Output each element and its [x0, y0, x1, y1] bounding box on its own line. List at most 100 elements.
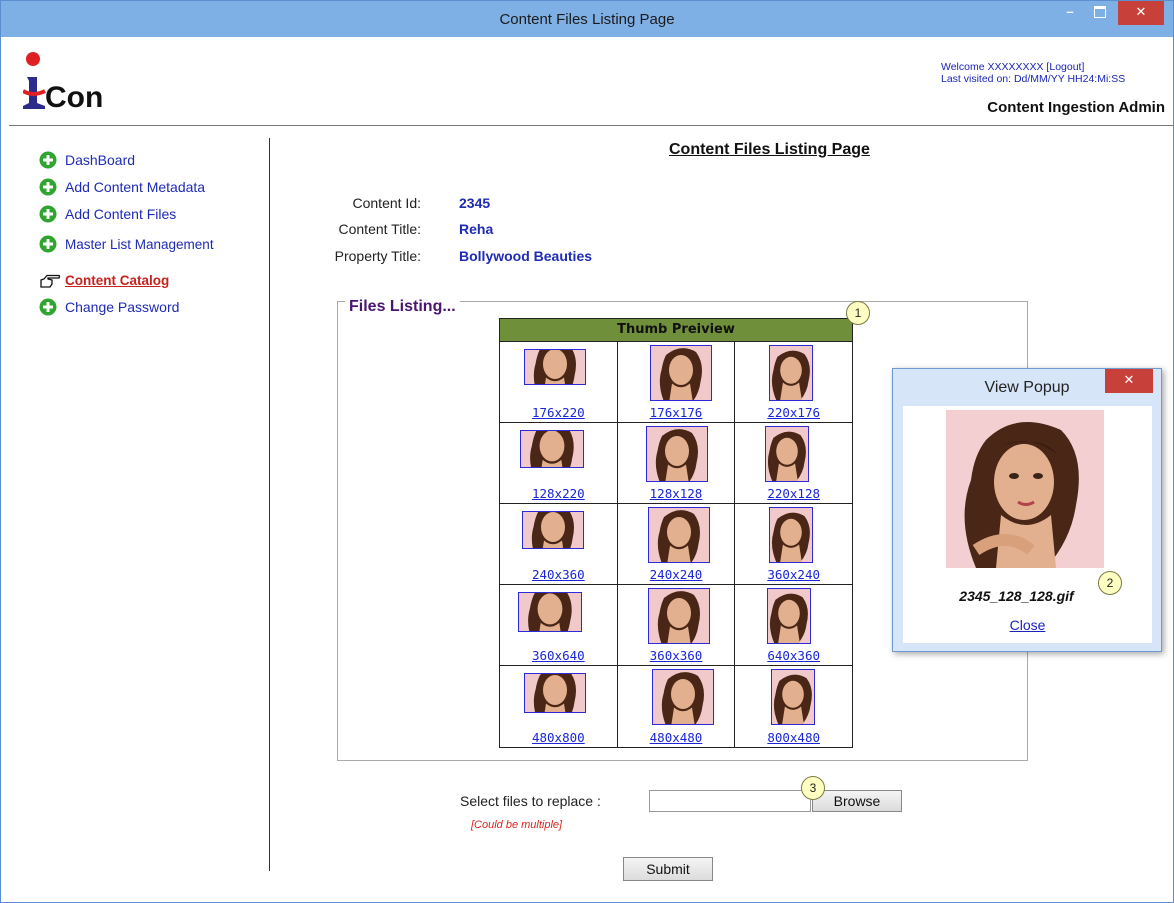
- thumbnail-image[interactable]: [649, 345, 712, 401]
- table-header: Thumb Preiview: [500, 319, 852, 342]
- field-label: Content Id:: [352, 195, 422, 211]
- thumbnail-image[interactable]: [522, 511, 584, 549]
- popup-close-button[interactable]: ✕: [1105, 369, 1153, 393]
- plus-circle-icon: [39, 205, 57, 223]
- window-title: Content Files Listing Page: [499, 11, 675, 28]
- callout-badge-2: 2: [1098, 571, 1122, 595]
- table-row: 128x220 128x128 220x128: [500, 423, 852, 504]
- sidebar-item-label: Master List Management: [65, 236, 214, 252]
- sidebar-item-label: Add Content Metadata: [65, 179, 206, 195]
- thumb-cell: 240x240: [618, 504, 736, 584]
- thumbnail-image[interactable]: [769, 345, 814, 401]
- thumbnail-image[interactable]: [645, 426, 708, 482]
- thumbnail-size-link[interactable]: 176x176: [618, 405, 735, 420]
- thumb-cell: 360x360: [618, 585, 736, 665]
- sidebar-item-add-content-files[interactable]: Add Content Files: [39, 203, 269, 225]
- field-label: Content Title:: [338, 221, 422, 237]
- thumbnail-size-link[interactable]: 176x220: [500, 405, 617, 420]
- thumbnail-size-link[interactable]: 220x128: [735, 486, 852, 501]
- upload-label: Select files to replace :: [460, 793, 601, 809]
- thumbnail-image[interactable]: [767, 588, 812, 644]
- icon-logo[interactable]: Con: [23, 51, 143, 121]
- sidebar-item-content-catalog[interactable]: Content Catalog: [39, 269, 269, 291]
- thumb-cell: 128x128: [618, 423, 736, 503]
- minimize-button[interactable]: –: [1056, 1, 1084, 25]
- plus-circle-icon: [39, 178, 57, 196]
- thumbnail-image[interactable]: [524, 349, 586, 385]
- callout-badge-3: 3: [801, 776, 825, 800]
- file-path-input[interactable]: [649, 790, 811, 812]
- sidebar-item-label: Change Password: [65, 299, 180, 315]
- thumb-preview-table: Thumb Preiview 176x220 176x176 220x176 128x…: [499, 318, 853, 748]
- app-window: Content Files Listing Page – ✕ Con Welco…: [0, 0, 1174, 903]
- sidebar-item-add-content-metadata[interactable]: Add Content Metadata: [39, 176, 269, 198]
- thumbnail-image[interactable]: [771, 669, 816, 725]
- thumbnail-size-link[interactable]: 800x480: [735, 730, 852, 745]
- table-row: 360x640 360x360 640x360: [500, 585, 852, 666]
- table-row: 176x220 176x176 220x176: [500, 342, 852, 423]
- thumb-cell: 800x480: [735, 666, 852, 747]
- sidebar-item-label: Add Content Files: [65, 206, 177, 222]
- thumbnail-image[interactable]: [647, 588, 710, 644]
- callout-badge-1: 1: [846, 301, 870, 325]
- thumb-cell: 640x360: [735, 585, 852, 665]
- thumbnail-image[interactable]: [524, 673, 586, 713]
- maximize-button[interactable]: [1086, 1, 1114, 25]
- table-row: 480x800 480x480 800x480: [500, 666, 852, 747]
- thumb-cell: 176x176: [618, 342, 736, 422]
- thumb-cell: 220x176: [735, 342, 852, 422]
- submit-button[interactable]: Submit: [623, 857, 713, 881]
- welcome-text[interactable]: Welcome XXXXXXXX [Logout]: [941, 61, 1173, 73]
- thumbnail-size-link[interactable]: 360x240: [735, 567, 852, 582]
- sidebar-item-dashboard[interactable]: DashBoard: [39, 149, 269, 171]
- sidebar-item-master-list-management[interactable]: Master List Management: [39, 233, 269, 255]
- field-value: Bollywood Beauties: [459, 248, 593, 264]
- thumbnail-image[interactable]: [520, 430, 584, 468]
- thumbnail-image[interactable]: [647, 507, 710, 563]
- thumb-cell: 360x240: [735, 504, 852, 584]
- plus-circle-icon: [39, 151, 57, 169]
- files-listing-legend: Files Listing...: [345, 298, 460, 316]
- popup-preview-image: [946, 410, 1104, 568]
- thumb-cell: 480x480: [618, 666, 736, 747]
- thumbnail-size-link[interactable]: 480x480: [618, 730, 735, 745]
- thumbnail-size-link[interactable]: 128x220: [500, 486, 617, 501]
- thumbnail-size-link[interactable]: 360x360: [618, 648, 735, 663]
- last-visited-text: Last visited on: Dd/MM/YY HH24:Mi:SS: [941, 73, 1126, 85]
- field-value: 2345: [459, 195, 491, 211]
- browse-button[interactable]: Browse: [812, 790, 902, 812]
- thumbnail-image[interactable]: [518, 592, 582, 632]
- logo-text: Con: [45, 81, 103, 114]
- thumbnail-size-link[interactable]: 240x240: [618, 567, 735, 582]
- pointing-hand-icon: [40, 274, 61, 288]
- thumb-cell: 176x220: [500, 342, 618, 422]
- thumbnail-size-link[interactable]: 240x360: [500, 567, 617, 582]
- thumbnail-image[interactable]: [651, 669, 714, 725]
- thumbnail-size-link[interactable]: 128x128: [618, 486, 735, 501]
- thumb-cell: 128x220: [500, 423, 618, 503]
- sidebar-nav: DashBoard Add Content Metadata Add Conte…: [39, 149, 269, 323]
- thumb-cell: 220x128: [735, 423, 852, 503]
- popup-body: 2345_128_128.gif Close: [903, 406, 1152, 643]
- thumbnail-image[interactable]: [769, 507, 814, 563]
- view-popup: View Popup ✕ 2345_128_128.gif Close: [892, 368, 1162, 652]
- thumbnail-size-link[interactable]: 480x800: [500, 730, 617, 745]
- thumb-cell: 360x640: [500, 585, 618, 665]
- admin-title: Content Ingestion Admin: [987, 99, 1165, 116]
- title-bar[interactable]: Content Files Listing Page – ✕: [1, 1, 1173, 37]
- thumbnail-size-link[interactable]: 360x640: [500, 648, 617, 663]
- sidebar-item-label: Content Catalog: [65, 272, 170, 288]
- plus-circle-icon: [39, 298, 57, 316]
- sidebar-divider: [269, 138, 270, 871]
- thumbnail-size-link[interactable]: 220x176: [735, 405, 852, 420]
- field-value: Reha: [459, 221, 494, 237]
- sidebar-item-change-password[interactable]: Change Password: [39, 296, 269, 318]
- popup-filename: 2345_128_128.gif: [959, 588, 1074, 604]
- popup-close-link[interactable]: Close: [903, 617, 1152, 633]
- thumbnail-size-link[interactable]: 640x360: [735, 648, 852, 663]
- page-title: Content Files Listing Page: [669, 141, 870, 158]
- sidebar-item-label: DashBoard: [65, 152, 136, 168]
- window-close-button[interactable]: ✕: [1118, 1, 1164, 25]
- thumbnail-image[interactable]: [765, 426, 810, 482]
- plus-circle-icon: [39, 235, 57, 253]
